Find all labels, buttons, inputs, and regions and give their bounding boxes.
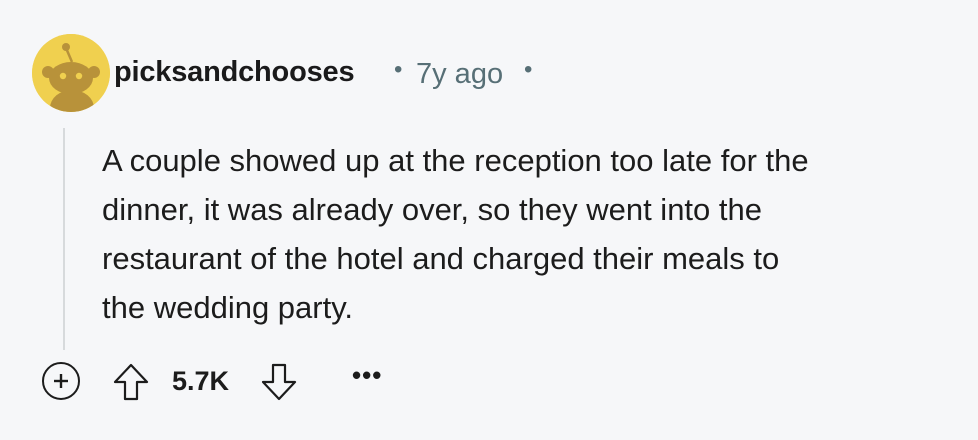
expand-thread-button[interactable] (42, 362, 80, 400)
more-options-button[interactable]: ••• (352, 360, 382, 391)
arrow-down-icon (261, 363, 297, 401)
comment-body-line: restaurant of the hotel and charged thei… (102, 241, 780, 276)
arrow-up-icon (113, 363, 149, 401)
upvote-button[interactable] (112, 362, 150, 402)
avatar[interactable] (32, 34, 110, 112)
comment-body: A couple showed up at the reception too … (102, 136, 962, 332)
comment: picksandchooses • 7y ago • A couple show… (0, 0, 978, 440)
comment-body-line: the wedding party. (102, 290, 354, 325)
comment-body-line: dinner, it was already over, so they wen… (102, 192, 762, 227)
meta-separator: • (524, 56, 533, 83)
comment-timestamp[interactable]: 7y ago (416, 58, 503, 91)
downvote-button[interactable] (260, 362, 298, 402)
plus-icon (54, 374, 68, 388)
author-username[interactable]: picksandchooses (114, 56, 355, 89)
meta-separator: • (394, 56, 403, 83)
thread-line[interactable] (63, 128, 65, 350)
vote-score: 5.7K (172, 366, 230, 396)
comment-body-line: A couple showed up at the reception too … (102, 143, 809, 178)
snoo-avatar-icon (32, 34, 110, 112)
